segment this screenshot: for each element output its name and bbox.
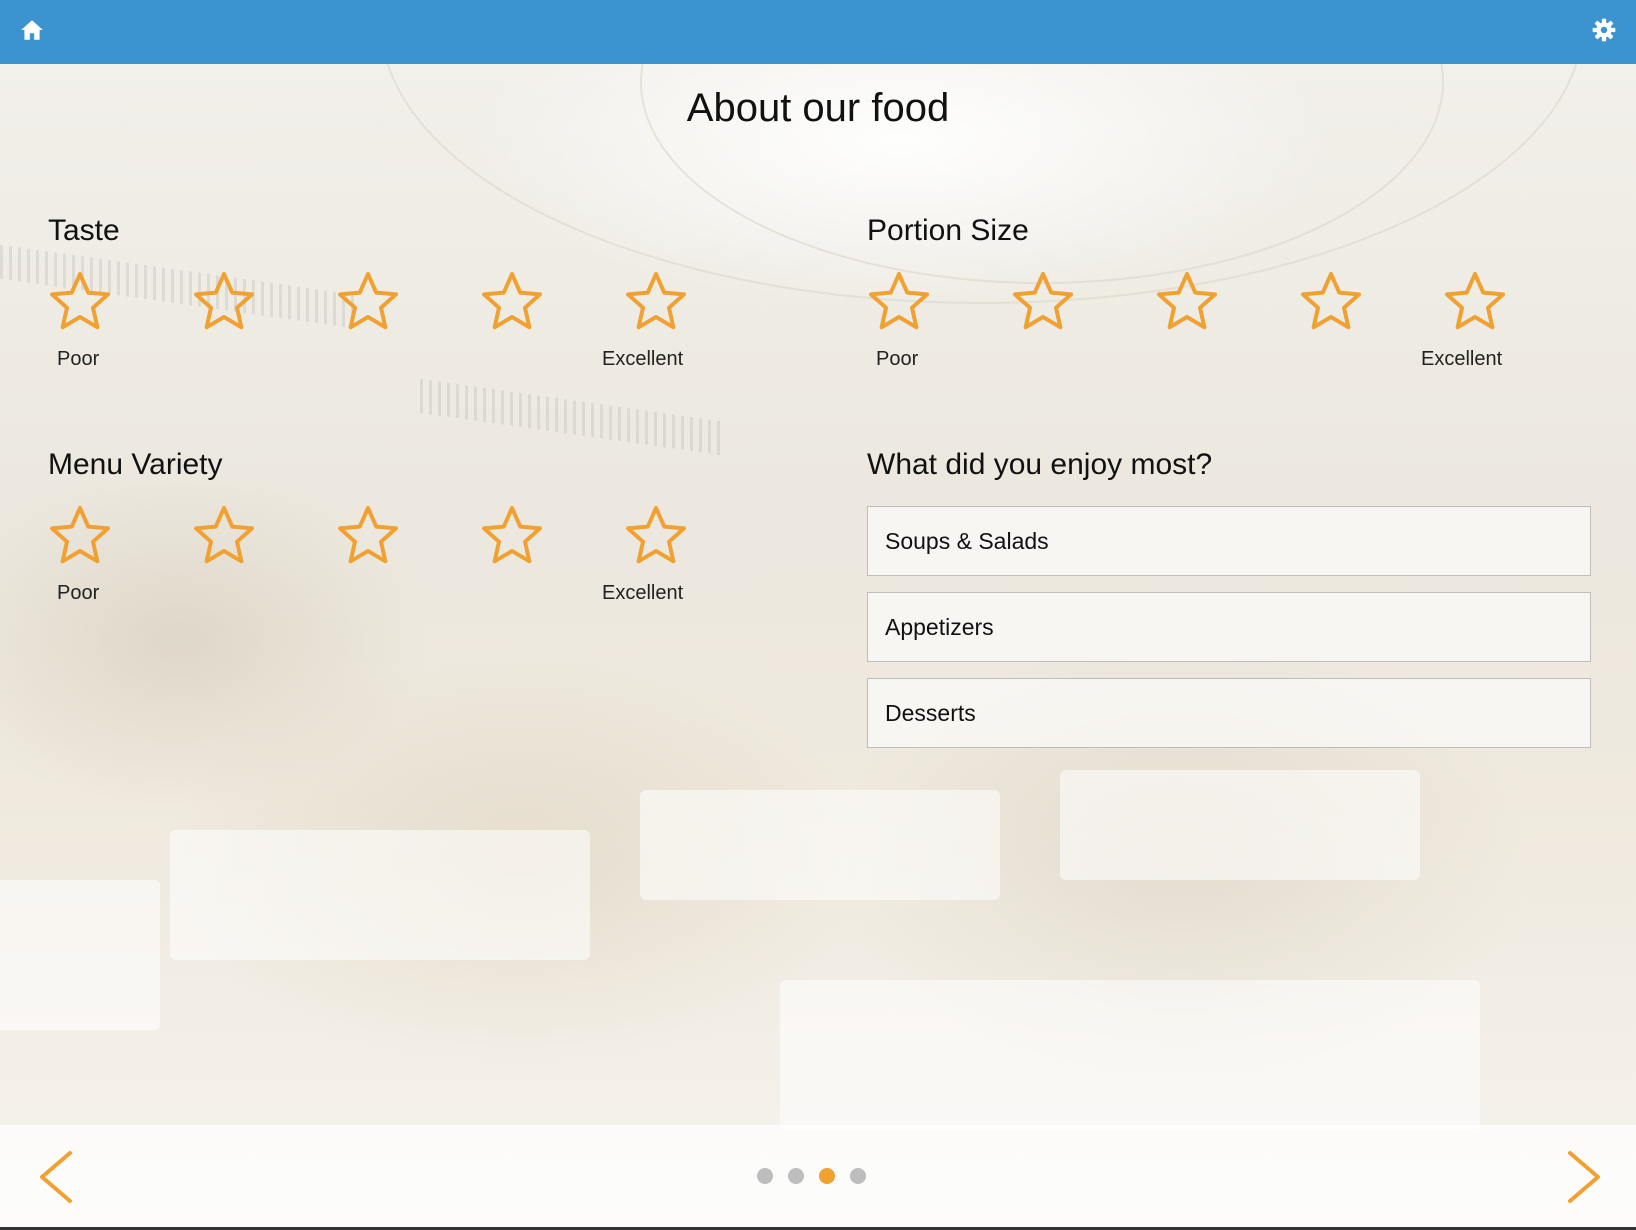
scale-min-label: Poor (876, 348, 919, 370)
question-label: What did you enjoy most? (867, 448, 1213, 481)
star-1-icon[interactable] (867, 270, 931, 334)
top-bar (0, 0, 1636, 64)
star-2-icon[interactable] (1011, 270, 1075, 334)
rating-question-menu-variety: Menu Variety Poor Excellent (48, 448, 692, 624)
star-3-icon[interactable] (336, 270, 400, 334)
home-icon (19, 17, 45, 48)
scale-max-label: Excellent (602, 348, 684, 370)
page-dot-1[interactable] (757, 1168, 773, 1184)
scale-min-label: Poor (57, 582, 100, 604)
question-label: Taste (48, 214, 120, 247)
home-button[interactable] (0, 0, 64, 64)
option-appetizers[interactable]: Appetizers (867, 592, 1591, 662)
page-dot-4[interactable] (850, 1168, 866, 1184)
option-soups-salads[interactable]: Soups & Salads (867, 506, 1591, 576)
rating-question-taste: Taste Poor Excellent (48, 214, 692, 390)
chevron-right-icon (1552, 1151, 1612, 1213)
rating-question-portion-size: Portion Size Poor Excellent (867, 214, 1511, 390)
star-rating: Poor Excellent (48, 504, 692, 624)
settings-button[interactable] (1572, 0, 1636, 64)
scale-max-label: Excellent (1421, 348, 1503, 370)
question-label: Menu Variety (48, 448, 223, 481)
option-desserts[interactable]: Desserts (867, 678, 1591, 748)
enjoy-options: Soups & Salads Appetizers Desserts (867, 506, 1591, 764)
star-rating: Poor Excellent (48, 270, 692, 390)
star-1-icon[interactable] (48, 270, 112, 334)
gear-icon (1591, 17, 1617, 48)
question-label: Portion Size (867, 214, 1029, 247)
star-3-icon[interactable] (1155, 270, 1219, 334)
scale-max-label: Excellent (602, 582, 684, 604)
scale-min-label: Poor (57, 348, 100, 370)
star-3-icon[interactable] (336, 504, 400, 568)
page-dot-3[interactable] (819, 1168, 835, 1184)
star-rating: Poor Excellent (867, 270, 1511, 390)
page-dot-2[interactable] (788, 1168, 804, 1184)
enjoy-question: What did you enjoy most? (867, 448, 1212, 482)
star-2-icon[interactable] (192, 504, 256, 568)
star-5-icon[interactable] (624, 270, 688, 334)
star-2-icon[interactable] (192, 270, 256, 334)
star-4-icon[interactable] (480, 270, 544, 334)
page-title: About our food (686, 86, 950, 130)
star-5-icon[interactable] (1443, 270, 1507, 334)
star-4-icon[interactable] (480, 504, 544, 568)
chevron-left-icon (28, 1151, 88, 1213)
star-4-icon[interactable] (1299, 270, 1363, 334)
star-5-icon[interactable] (624, 504, 688, 568)
previous-page-button[interactable] (28, 1145, 88, 1209)
page-indicator (757, 1168, 866, 1184)
next-page-button[interactable] (1552, 1145, 1612, 1209)
star-1-icon[interactable] (48, 504, 112, 568)
